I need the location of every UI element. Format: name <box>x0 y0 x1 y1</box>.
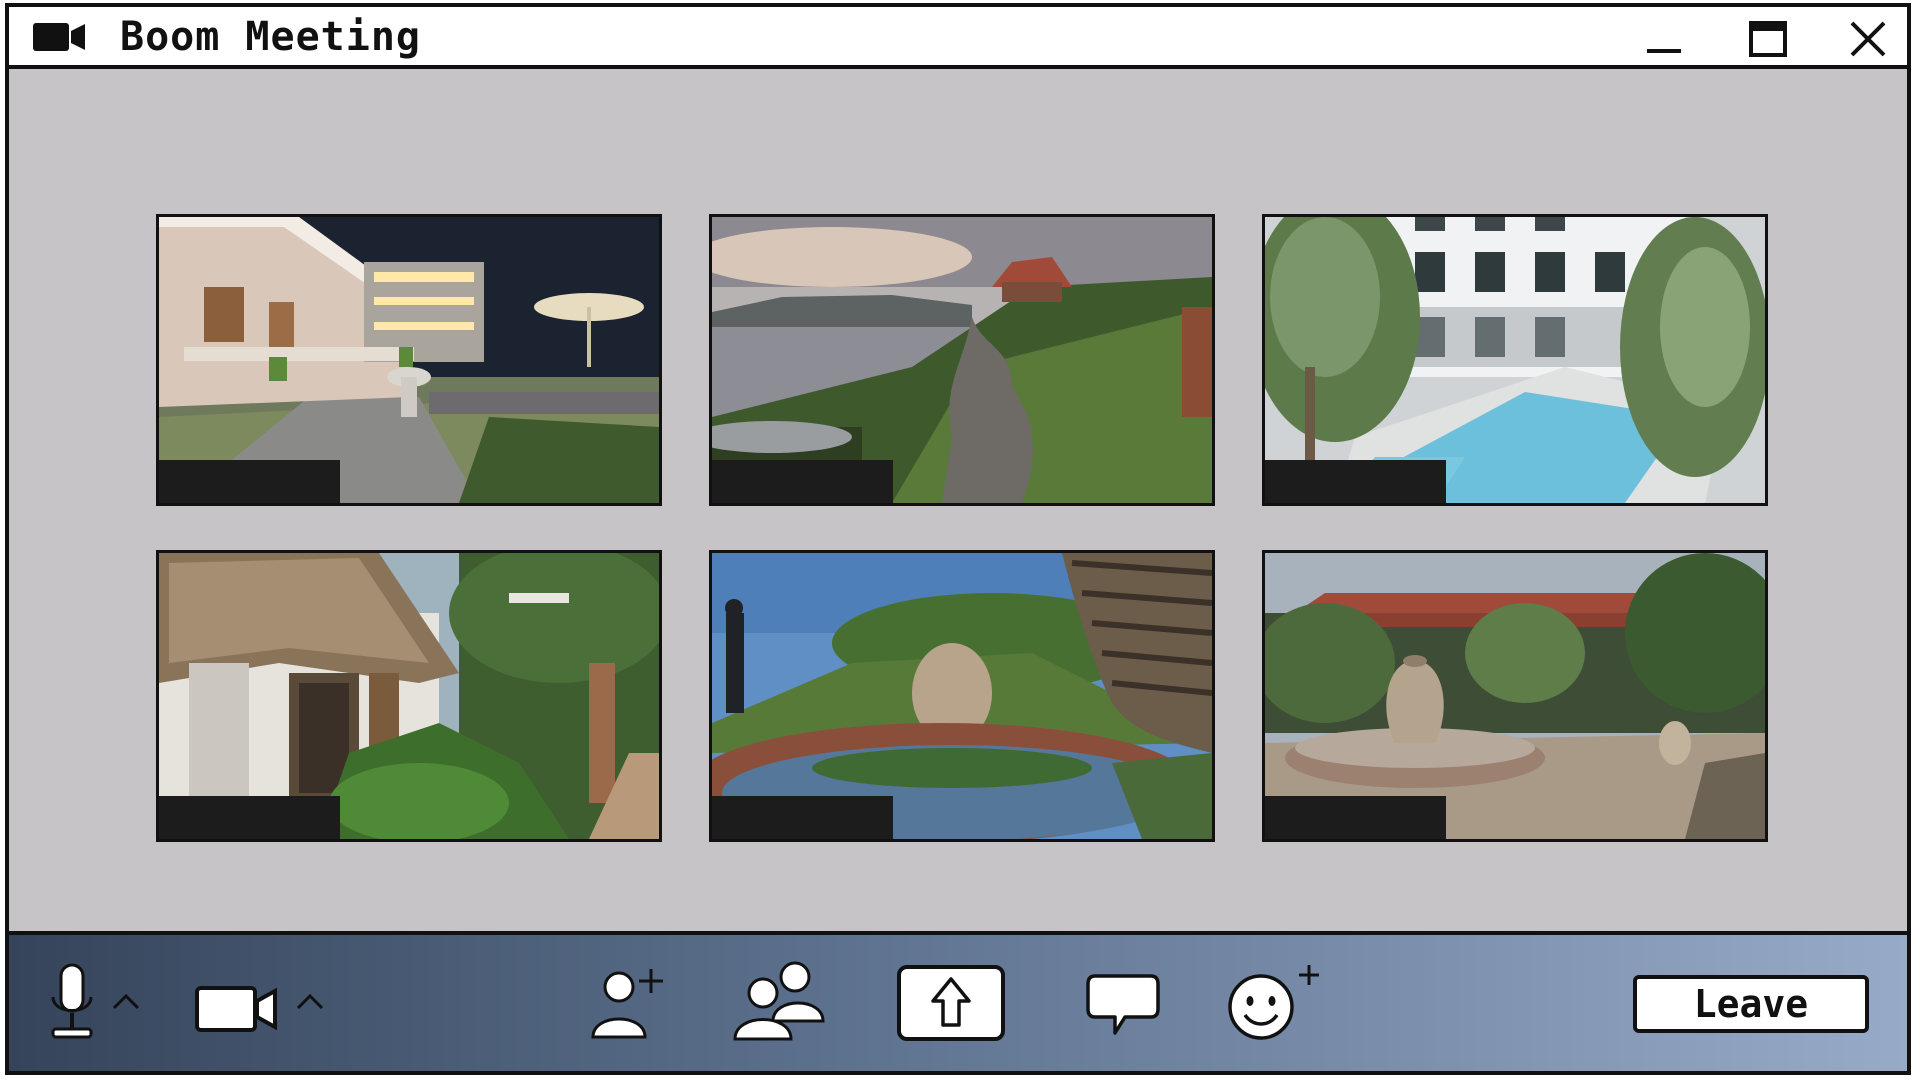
minimize-icon <box>1647 49 1681 53</box>
chevron-up-icon <box>296 993 324 1010</box>
chevron-up-icon <box>112 993 140 1010</box>
participant-name-label <box>1265 460 1446 503</box>
reactions-button[interactable] <box>1227 959 1323 1047</box>
participant-tile[interactable] <box>156 214 662 506</box>
participant-tile[interactable] <box>709 550 1215 842</box>
video-camera-app-icon <box>33 21 87 57</box>
chat-button[interactable] <box>1085 973 1161 1043</box>
meeting-toolbar: Leave <box>9 931 1907 1071</box>
participant-tile[interactable] <box>156 550 662 842</box>
video-grid <box>9 69 1907 941</box>
maximize-button[interactable] <box>1743 17 1793 61</box>
title-bar: Boom Meeting <box>9 7 1907 69</box>
reactions-icon <box>1228 965 1319 1040</box>
invite-button[interactable] <box>589 963 669 1047</box>
participant-name-label <box>1265 796 1446 839</box>
participant-tile[interactable] <box>1262 550 1768 842</box>
meeting-window: Boom Meeting Leave <box>5 3 1911 1075</box>
participant-tile[interactable] <box>709 214 1215 506</box>
close-button[interactable] <box>1843 17 1893 61</box>
mute-button[interactable] <box>47 963 97 1045</box>
share-screen-button[interactable] <box>897 965 1005 1045</box>
participants-icon <box>733 961 825 1041</box>
participant-name-label <box>159 460 340 503</box>
participant-name-label <box>712 460 893 503</box>
participant-name-label <box>712 796 893 839</box>
maximize-icon <box>1749 21 1787 57</box>
participant-name-label <box>159 796 340 839</box>
minimize-button[interactable] <box>1639 17 1689 61</box>
microphone-icon <box>51 963 93 1039</box>
close-icon <box>1850 21 1886 57</box>
add-person-icon <box>591 969 663 1039</box>
camera-button[interactable] <box>195 985 279 1039</box>
participant-tile[interactable] <box>1262 214 1768 506</box>
leave-button[interactable]: Leave <box>1633 975 1869 1033</box>
audio-options-button[interactable] <box>111 991 141 1015</box>
share-screen-icon <box>897 965 1005 1041</box>
participants-button[interactable] <box>731 959 827 1047</box>
window-title: Boom Meeting <box>120 14 421 60</box>
camera-icon <box>195 986 277 1032</box>
video-options-button[interactable] <box>295 991 325 1015</box>
chat-icon <box>1086 974 1160 1035</box>
